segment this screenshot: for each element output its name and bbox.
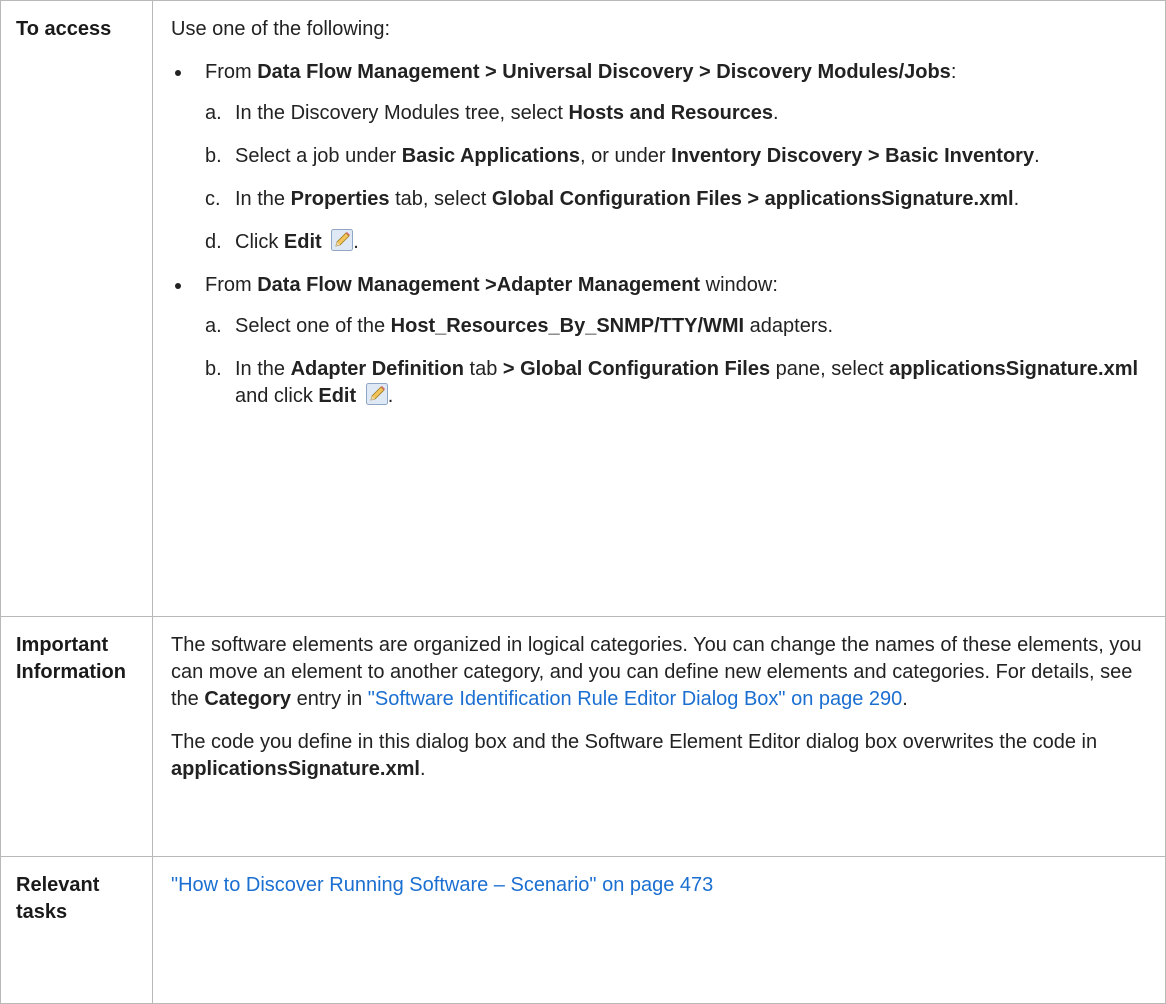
info-table: To access Use one of the following: From… [0,0,1166,1004]
step-item: c. In the Properties tab, select Global … [205,188,1020,210]
header-to-access: To access [0,0,153,617]
step-item: a. In the Discovery Modules tree, select… [205,102,779,124]
edit-pencil-icon [331,229,354,251]
row-to-access: To access Use one of the following: From… [0,0,1166,617]
menu-path: Data Flow Management >Adapter Management [257,274,701,296]
important-paragraph: The software elements are organized in l… [171,634,1142,710]
link-software-identification-rule-editor[interactable]: "Software Identification Rule Editor Dia… [368,688,903,710]
menu-path: Data Flow Management > Universal Discove… [257,61,951,83]
access-options-list: From Data Flow Management > Universal Di… [171,59,1155,410]
step-item: d. Click Edit . [205,229,359,253]
steps-list: a. In the Discovery Modules tree, select… [205,100,1155,256]
important-paragraph: The code you define in this dialog box a… [171,731,1098,780]
bullet-icon [175,70,181,76]
access-option-discovery-modules: From Data Flow Management > Universal Di… [171,59,1155,256]
cell-relevant-tasks: "How to Discover Running Software – Scen… [152,856,1166,1004]
edit-pencil-icon [365,383,388,405]
step-item: b. In the Adapter Definition tab > Globa… [205,358,1139,407]
bullet-icon [175,283,181,289]
steps-list: a. Select one of the Host_Resources_By_S… [205,313,1155,410]
cell-to-access: Use one of the following: From Data Flow… [152,0,1166,617]
step-item: a. Select one of the Host_Resources_By_S… [205,315,834,337]
row-relevant-tasks: Relevant tasks "How to Discover Running … [0,856,1166,1004]
row-important-information: Important Information The software eleme… [0,616,1166,857]
step-item: b. Select a job under Basic Applications… [205,145,1040,167]
header-important-information: Important Information [0,616,153,857]
header-relevant-tasks: Relevant tasks [0,856,153,1004]
cell-important-information: The software elements are organized in l… [152,616,1166,857]
access-intro: Use one of the following: [171,18,391,40]
link-how-to-discover-running-software[interactable]: "How to Discover Running Software – Scen… [171,874,713,896]
access-option-adapter-management: From Data Flow Management >Adapter Manag… [171,272,1155,410]
